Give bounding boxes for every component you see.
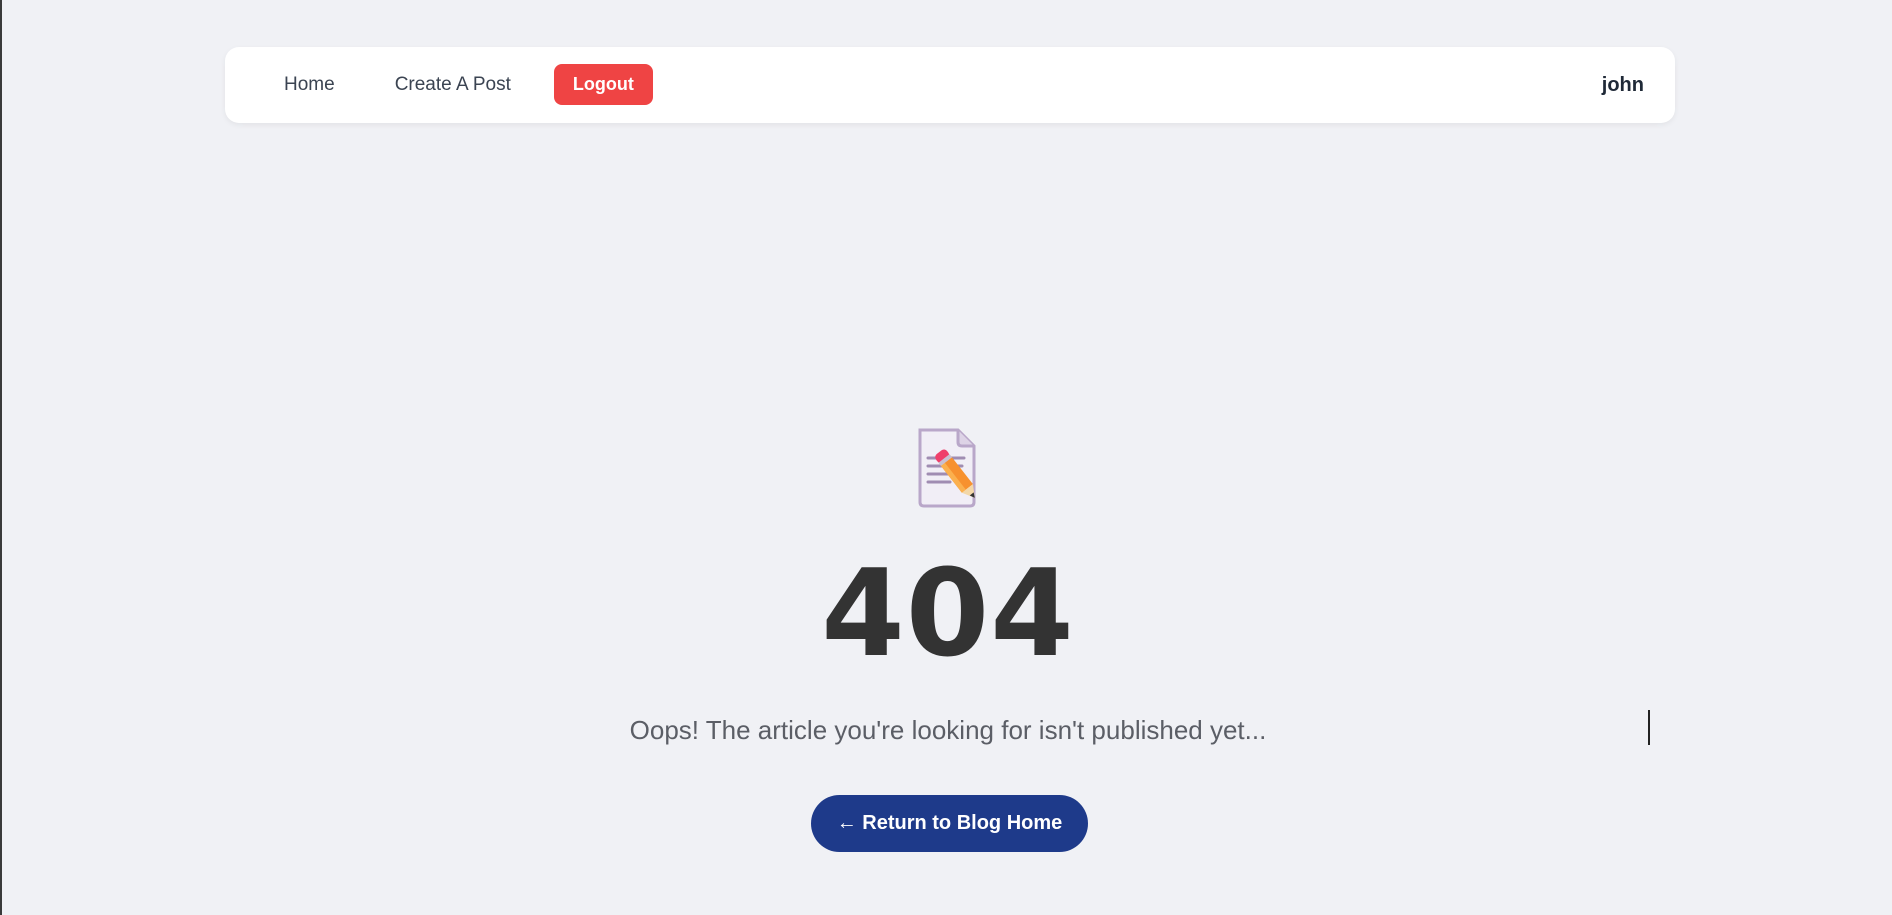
memo-pencil-icon [918,428,976,508]
text-cursor [1648,710,1650,745]
error-message: Oops! The article you're looking for isn… [629,715,1267,745]
return-home-button[interactable]: ← Return to Blog Home [811,795,1088,852]
error-content: 404 Oops! The article you're looking for… [2,0,1892,915]
error-code: 404 [821,545,1075,684]
